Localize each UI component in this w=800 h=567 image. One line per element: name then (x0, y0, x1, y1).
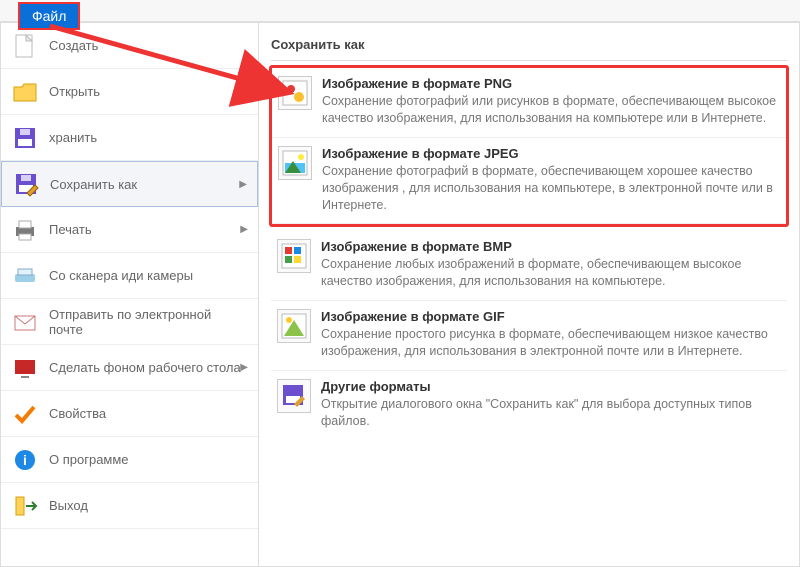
menu-item-scanner[interactable]: Со сканера иди камеры (1, 253, 258, 299)
option-desc: Сохранение любых изображений в формате, … (321, 256, 781, 290)
menu-item-print[interactable]: Печать ▶ (1, 207, 258, 253)
menu-item-label: Сохранить как (50, 177, 137, 192)
title-bar (0, 0, 800, 22)
file-menu-left: Создать Открыть хранить Сохранить как ▶ (1, 23, 259, 566)
menu-item-label: О программе (49, 452, 129, 467)
scanner-icon (11, 262, 39, 290)
option-other-formats[interactable]: Другие форматы Открытие диалогового окна… (271, 371, 787, 440)
panel-title: Сохранить как (271, 33, 787, 61)
chevron-right-icon: ▶ (239, 179, 247, 190)
jpeg-icon (278, 146, 312, 180)
save-as-panel: Сохранить как Изображение в формате PNG … (259, 23, 799, 566)
gif-icon (277, 309, 311, 343)
option-desc: Сохранение простого рисунка в формате, о… (321, 326, 781, 360)
menu-item-email[interactable]: Отправить по электронной почте (1, 299, 258, 345)
annotation-highlight: Изображение в формате PNG Сохранение фот… (269, 65, 789, 227)
png-icon (278, 76, 312, 110)
menu-item-label: Выход (49, 498, 88, 513)
menu-item-properties[interactable]: Свойства (1, 391, 258, 437)
option-desc: Открытие диалогового окна "Сохранить как… (321, 396, 781, 430)
menu-item-label: Свойства (49, 406, 106, 421)
printer-icon (11, 216, 39, 244)
save-as-icon (12, 170, 40, 198)
new-file-icon (11, 32, 39, 60)
option-jpeg[interactable]: Изображение в формате JPEG Сохранение фо… (272, 138, 786, 225)
menu-item-exit[interactable]: Выход (1, 483, 258, 529)
info-icon: i (11, 446, 39, 474)
checkmark-icon (11, 400, 39, 428)
option-title: Изображение в формате BMP (321, 239, 781, 254)
option-title: Изображение в формате GIF (321, 309, 781, 324)
option-png[interactable]: Изображение в формате PNG Сохранение фот… (272, 68, 786, 138)
option-desc: Сохранение фотографий в формате, обеспеч… (322, 163, 780, 214)
option-title: Изображение в формате JPEG (322, 146, 780, 161)
file-tab[interactable]: Файл (18, 2, 80, 30)
option-title: Изображение в формате PNG (322, 76, 780, 91)
exit-icon (11, 492, 39, 520)
wallpaper-icon (11, 354, 39, 382)
option-bmp[interactable]: Изображение в формате BMP Сохранение люб… (271, 231, 787, 301)
menu-item-label: Открыть (49, 84, 100, 99)
save-as-dialog-icon (277, 379, 311, 413)
menu-item-save[interactable]: хранить (1, 115, 258, 161)
menu-item-label: Создать (49, 38, 98, 53)
menu-item-label: Со сканера иди камеры (49, 268, 193, 283)
menu-item-label: Отправить по электронной почте (49, 307, 248, 337)
menu-item-about[interactable]: i О программе (1, 437, 258, 483)
bmp-icon (277, 239, 311, 273)
option-desc: Сохранение фотографий или рисунков в фор… (322, 93, 780, 127)
menu-item-wallpaper[interactable]: Сделать фоном рабочего стола ▶ (1, 345, 258, 391)
menu-item-open[interactable]: Открыть (1, 69, 258, 115)
menu-item-label: Печать (49, 222, 92, 237)
open-folder-icon (11, 78, 39, 106)
chevron-right-icon: ▶ (240, 362, 248, 373)
save-floppy-icon (11, 124, 39, 152)
menu-item-save-as[interactable]: Сохранить как ▶ (1, 161, 258, 207)
menu-container: Создать Открыть хранить Сохранить как ▶ (0, 22, 800, 567)
menu-item-label: хранить (49, 130, 97, 145)
svg-text:i: i (23, 452, 27, 468)
email-icon (11, 308, 39, 336)
option-gif[interactable]: Изображение в формате GIF Сохранение про… (271, 301, 787, 371)
menu-item-label: Сделать фоном рабочего стола (49, 360, 241, 375)
chevron-right-icon: ▶ (240, 224, 248, 235)
option-title: Другие форматы (321, 379, 781, 394)
